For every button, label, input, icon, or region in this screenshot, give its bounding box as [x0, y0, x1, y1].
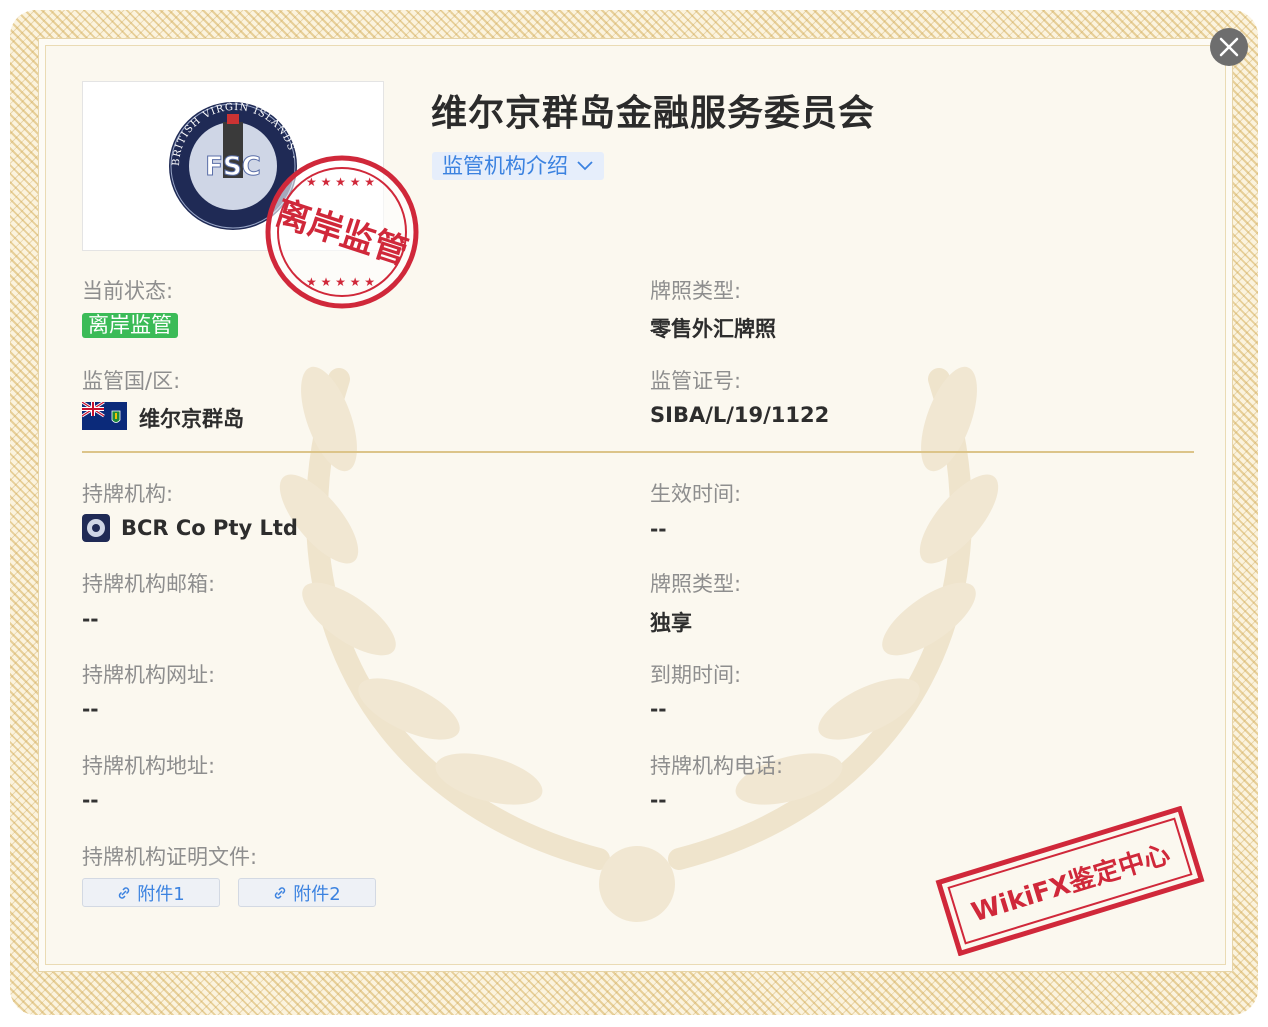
- status-label: 当前状态:: [82, 279, 174, 303]
- wikifx-certification-stamp: WikiFX鉴定中心: [935, 806, 1205, 956]
- address-label: 持牌机构地址:: [82, 754, 216, 778]
- region-value: 维尔京群岛: [139, 407, 244, 431]
- phone-label: 持牌机构电话:: [650, 754, 784, 778]
- svg-text:★ ★ ★ ★ ★: ★ ★ ★ ★ ★: [306, 175, 375, 189]
- holder-logo-icon: [82, 514, 110, 542]
- svg-text:★ ★ ★ ★ ★: ★ ★ ★ ★ ★: [306, 275, 375, 289]
- page-title: 维尔京群岛金融服务委员会: [431, 93, 876, 134]
- expiry-value: --: [650, 697, 667, 721]
- email-value: --: [82, 607, 99, 631]
- close-icon: [1219, 37, 1239, 57]
- email-label: 持牌机构邮箱:: [82, 572, 216, 596]
- attachment-1-button[interactable]: 附件1: [82, 878, 220, 907]
- address-value: --: [82, 788, 99, 812]
- offshore-stamp: ★ ★ ★ ★ ★ ★ ★ ★ ★ ★ 离岸监管: [265, 155, 419, 309]
- docs-label: 持牌机构证明文件:: [82, 845, 258, 869]
- region-label: 监管国/区:: [82, 369, 181, 393]
- svg-text:FSC: FSC: [205, 152, 261, 182]
- license-type-label: 牌照类型:: [650, 279, 742, 303]
- attachment-2-button[interactable]: 附件2: [238, 878, 376, 907]
- link-icon: [275, 886, 286, 899]
- intro-label: 监管机构介绍: [442, 154, 568, 178]
- website-value: --: [82, 697, 99, 721]
- license-type2-label: 牌照类型:: [650, 572, 742, 596]
- license-no-value: SIBA/L/19/1122: [650, 403, 830, 427]
- effective-value: --: [650, 517, 667, 541]
- bvi-flag-icon: [82, 402, 127, 430]
- svg-text:WikiFX鉴定中心: WikiFX鉴定中心: [968, 839, 1174, 929]
- holder-label: 持牌机构:: [82, 482, 174, 506]
- license-type2-value: 独享: [650, 611, 692, 635]
- holder-value: BCR Co Pty Ltd: [121, 516, 298, 540]
- attachment-1-label: 附件1: [137, 883, 185, 905]
- chevron-down-icon: [577, 161, 593, 171]
- effective-label: 生效时间:: [650, 482, 742, 506]
- license-no-label: 监管证号:: [650, 369, 742, 393]
- phone-value: --: [650, 788, 667, 812]
- regulator-intro-toggle[interactable]: 监管机构介绍: [432, 152, 604, 180]
- section-divider: [82, 451, 1194, 453]
- website-label: 持牌机构网址:: [82, 663, 216, 687]
- close-button[interactable]: [1210, 28, 1248, 66]
- link-icon: [119, 886, 130, 899]
- expiry-label: 到期时间:: [650, 663, 742, 687]
- license-type-value: 零售外汇牌照: [650, 317, 776, 341]
- status-badge: 离岸监管: [82, 313, 178, 338]
- attachment-2-label: 附件2: [293, 883, 341, 905]
